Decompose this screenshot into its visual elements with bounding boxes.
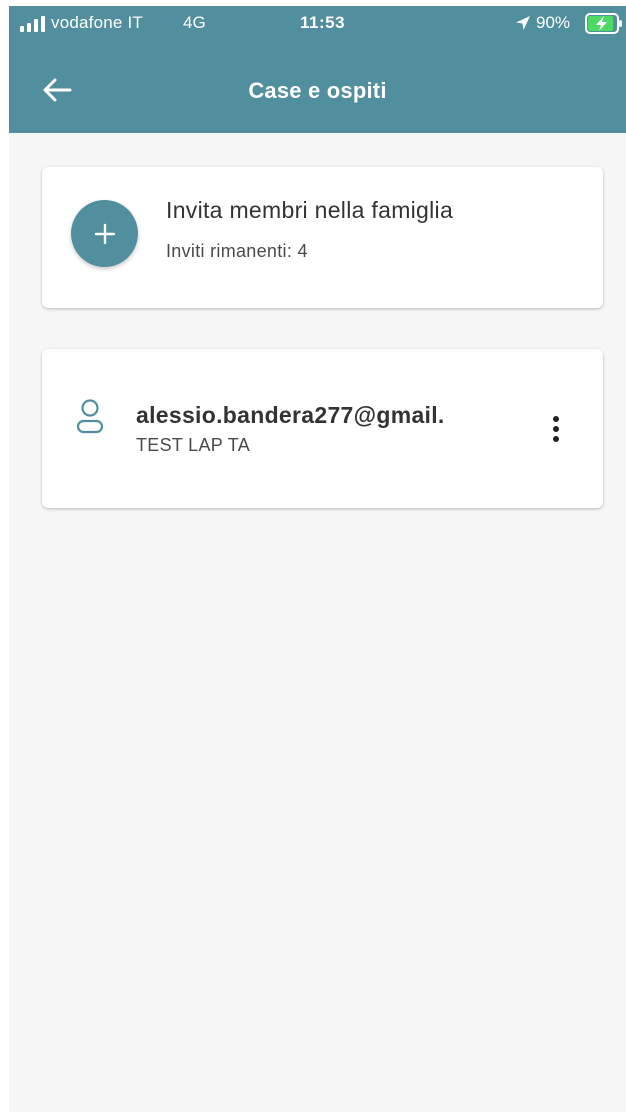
network-type: 4G [183,13,206,32]
battery-percentage: 90% [536,13,571,32]
invite-title: Invita membri nella famiglia [166,197,454,223]
invite-members-card[interactable]: Invita membri nella famiglia Inviti rima… [42,167,603,308]
carrier-name: vodafone IT [51,13,143,32]
status-bar: vodafone IT 4G 11:53 90% [9,6,626,42]
status-time: 11:53 [300,13,346,32]
more-vertical-icon [553,416,559,442]
member-home-name: TEST LAP TA [136,435,251,455]
signal-bars-icon [20,16,45,32]
plus-icon [94,223,115,244]
member-menu-button[interactable] [540,407,572,451]
page-title: Case e ospiti [248,78,387,103]
top-bar: vodafone IT 4G 11:53 90% Case e ospiti [9,6,626,133]
battery-charging-icon [585,13,622,34]
user-icon [76,399,104,434]
member-card[interactable]: alessio.bandera277@gmail. TEST LAP TA [42,349,603,508]
invites-remaining: Inviti rimanenti: 4 [166,241,308,261]
member-email: alessio.bandera277@gmail. [136,402,445,428]
location-arrow-icon [516,16,530,30]
add-member-button[interactable] [71,200,138,267]
app-screen: vodafone IT 4G 11:53 90% Case e ospiti I… [9,6,626,1112]
